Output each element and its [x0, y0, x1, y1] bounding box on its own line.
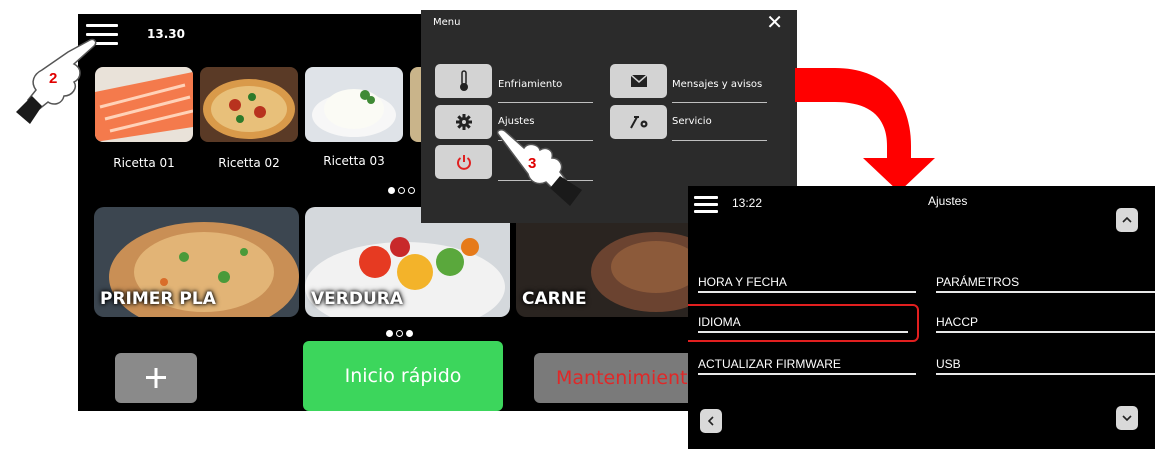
thermometer-icon [459, 70, 468, 91]
hand-pointer-icon [496, 129, 582, 206]
category-card-primer-plato[interactable]: PRIMER PLA [94, 207, 299, 317]
category-label-carne: CARNE [522, 289, 587, 309]
power-icon [456, 155, 471, 170]
category-label-primer-plato: PRIMER PLA [100, 289, 216, 309]
pager-dot-active[interactable] [386, 330, 393, 337]
ajustes-screen: 13:22 Ajustes HORA Y FECHA PARÁMETROS ID… [688, 186, 1155, 449]
pager-dot[interactable] [406, 330, 413, 337]
menu-button-power[interactable] [435, 145, 492, 179]
ajustes-item-hora-fecha[interactable]: HORA Y FECHA [698, 275, 787, 289]
menu-button-enfriamiento[interactable] [435, 64, 492, 98]
curved-arrow-icon [795, 68, 935, 192]
recipe-thumb-02[interactable] [200, 67, 298, 142]
step-3-label: 3 [528, 155, 537, 172]
ajustes-divider [698, 331, 908, 333]
ajustes-divider [936, 373, 1155, 375]
pager-dot-active[interactable] [388, 187, 395, 194]
category-card-verdura[interactable]: VERDURA [305, 207, 510, 317]
recipe-pager[interactable] [388, 179, 418, 198]
ajustes-item-idioma[interactable]: IDIOMA [698, 315, 741, 329]
add-recipe-button[interactable] [115, 353, 197, 403]
ajustes-item-firmware[interactable]: ACTUALIZAR FIRMWARE [698, 357, 841, 371]
category-label-verdura: VERDURA [311, 289, 404, 309]
menu-button-mensajes[interactable] [610, 64, 667, 98]
recipe-thumb-03[interactable] [305, 67, 403, 142]
recipe-label-01: Ricetta 01 [113, 156, 175, 170]
ajustes-divider [698, 291, 916, 293]
scroll-down-button[interactable] [1116, 406, 1138, 430]
back-button[interactable] [700, 409, 722, 433]
menu-label-ajustes[interactable]: Ajustes [498, 116, 534, 127]
pager-dot[interactable] [396, 330, 403, 337]
chevron-left-icon [708, 416, 714, 426]
hamburger-menu-icon[interactable] [694, 196, 718, 218]
chevron-down-icon [1122, 415, 1132, 421]
category-pager[interactable] [386, 322, 416, 341]
recipe-thumb-01[interactable] [95, 67, 193, 142]
gear-icon [455, 114, 472, 130]
tools-icon [629, 116, 647, 129]
step-2-label: 2 [49, 70, 58, 87]
menu-divider [498, 102, 593, 103]
menu-label-enfriamiento[interactable]: Enfriamiento [498, 79, 562, 90]
ajustes-clock: 13:22 [732, 196, 763, 210]
menu-title: Menu [433, 17, 461, 28]
ajustes-divider [936, 331, 1155, 333]
menu-label-servicio[interactable]: Servicio [672, 116, 712, 127]
plus-icon [146, 368, 166, 388]
quick-start-button[interactable]: Inicio rápido [303, 341, 503, 411]
pager-dot[interactable] [398, 187, 405, 194]
menu-button-servicio[interactable] [610, 105, 667, 139]
ajustes-title: Ajustes [928, 194, 968, 208]
home-clock: 13.30 [147, 27, 185, 41]
recipe-label-02: Ricetta 02 [218, 156, 280, 170]
ajustes-item-haccp[interactable]: HACCP [936, 315, 978, 329]
scroll-up-button[interactable] [1116, 208, 1138, 232]
recipe-label-03: Ricetta 03 [323, 154, 385, 168]
menu-divider [672, 102, 767, 103]
menu-button-ajustes[interactable] [435, 105, 492, 139]
menu-label-mensajes[interactable]: Mensajes y avisos [672, 79, 762, 90]
ajustes-divider [698, 373, 916, 375]
chevron-up-icon [1122, 217, 1132, 223]
ajustes-divider [936, 291, 1155, 293]
ajustes-item-usb[interactable]: USB [936, 357, 961, 371]
pager-dot[interactable] [408, 187, 415, 194]
menu-divider [672, 140, 767, 141]
envelope-icon [630, 75, 647, 87]
ajustes-item-parametros[interactable]: PARÁMETROS [936, 275, 1019, 289]
close-icon[interactable]: ✕ [766, 12, 783, 32]
